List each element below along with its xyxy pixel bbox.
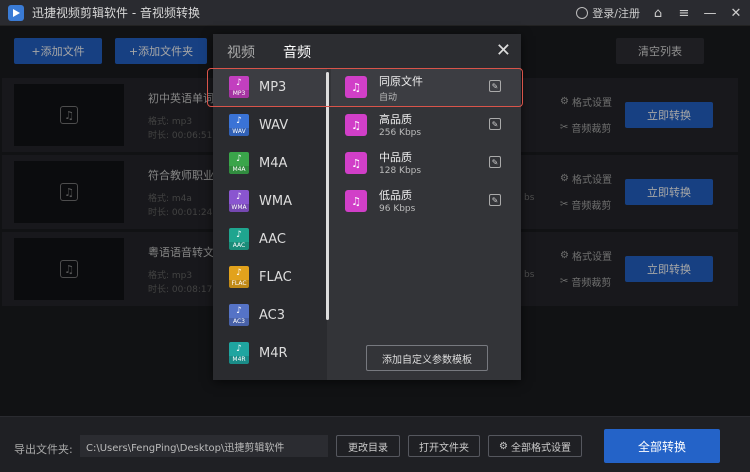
app-title: 迅捷视频剪辑软件 - 音视频转换: [32, 6, 200, 20]
tab-video[interactable]: 视频: [227, 42, 255, 62]
home-icon[interactable]: ⌂: [650, 5, 666, 21]
aac-file-icon: ♪ AAC: [229, 228, 249, 250]
gear-icon: ⚙: [499, 440, 508, 452]
music-note-icon: ♫: [345, 152, 367, 174]
tab-audio[interactable]: 音频: [283, 42, 311, 62]
format-list-scrollbar[interactable]: [326, 72, 329, 320]
ac3-file-icon: ♪ AC3: [229, 304, 249, 326]
title-controls: 登录/注册 ⌂ ≡ — ✕: [576, 0, 744, 26]
minimize-icon[interactable]: —: [702, 5, 718, 21]
music-note-icon: ♫: [345, 114, 367, 136]
music-note-icon: ♫: [345, 76, 367, 98]
user-icon[interactable]: [576, 7, 589, 19]
format-item-wma[interactable]: ♪ WMA WMA: [213, 182, 327, 220]
quality-item-medium[interactable]: ♫ 中品质 128 Kbps ✎: [331, 144, 521, 182]
close-icon[interactable]: ✕: [728, 5, 744, 21]
quality-item-original[interactable]: ♫ 同原文件 自动 ✎: [331, 68, 521, 106]
mp3-file-icon: ♪ MP3: [229, 76, 249, 98]
dialog-close-icon[interactable]: ✕: [496, 40, 511, 61]
m4r-file-icon: ♪ M4R: [229, 342, 249, 364]
output-folder-label: 导出文件夹:: [14, 443, 73, 456]
wma-file-icon: ♪ WMA: [229, 190, 249, 212]
menu-icon[interactable]: ≡: [676, 5, 692, 21]
flac-file-icon: ♪ FLAC: [229, 266, 249, 288]
format-item-wav[interactable]: ♪ WAV WAV: [213, 106, 327, 144]
m4a-file-icon: ♪ M4A: [229, 152, 249, 174]
edit-icon[interactable]: ✎: [489, 156, 501, 168]
bottom-bar: 导出文件夹: C:\Users\FengPing\Desktop\迅捷剪辑软件 …: [0, 416, 750, 472]
edit-icon[interactable]: ✎: [489, 80, 501, 92]
convert-all-button[interactable]: 全部转换: [604, 429, 720, 463]
app-logo-icon: [8, 4, 24, 21]
open-folder-button[interactable]: 打开文件夹: [408, 435, 480, 457]
add-custom-template-button[interactable]: 添加自定义参数模板: [366, 345, 488, 371]
format-item-flac[interactable]: ♪ FLAC FLAC: [213, 258, 327, 296]
edit-icon[interactable]: ✎: [489, 118, 501, 130]
all-format-settings-button[interactable]: ⚙ 全部格式设置: [488, 435, 582, 457]
dialog-header: 视频 音频 ✕: [213, 34, 521, 68]
format-item-ac3[interactable]: ♪ AC3 AC3: [213, 296, 327, 334]
quality-item-high[interactable]: ♫ 高品质 256 Kbps ✎: [331, 106, 521, 144]
quality-item-low[interactable]: ♫ 低品质 96 Kbps ✎: [331, 182, 521, 220]
format-item-m4a[interactable]: ♪ M4A M4A: [213, 144, 327, 182]
format-item-aac[interactable]: ♪ AAC AAC: [213, 220, 327, 258]
quality-list: ♫ 同原文件 自动 ✎ ♫ 高品质 256 Kbps ✎ ♫ 中品质 128 K…: [331, 68, 521, 380]
wav-file-icon: ♪ WAV: [229, 114, 249, 136]
format-item-mp3[interactable]: ♪ MP3 MP3: [213, 68, 327, 106]
output-path-field[interactable]: C:\Users\FengPing\Desktop\迅捷剪辑软件: [80, 435, 328, 457]
login-link[interactable]: 登录/注册: [592, 5, 640, 21]
music-note-icon: ♫: [345, 190, 367, 212]
edit-icon[interactable]: ✎: [489, 194, 501, 206]
change-directory-button[interactable]: 更改目录: [336, 435, 400, 457]
format-item-m4r[interactable]: ♪ M4R M4R: [213, 334, 327, 372]
format-picker-dialog: 视频 音频 ✕ ♪ MP3 MP3 ♪ WAV WAV ♪ M4A M4A ♪ WMA …: [213, 34, 521, 380]
format-list: ♪ MP3 MP3 ♪ WAV WAV ♪ M4A M4A ♪ WMA WMA ♪ AAC…: [213, 68, 327, 380]
title-bar: 迅捷视频剪辑软件 - 音视频转换 登录/注册 ⌂ ≡ — ✕: [0, 0, 750, 26]
